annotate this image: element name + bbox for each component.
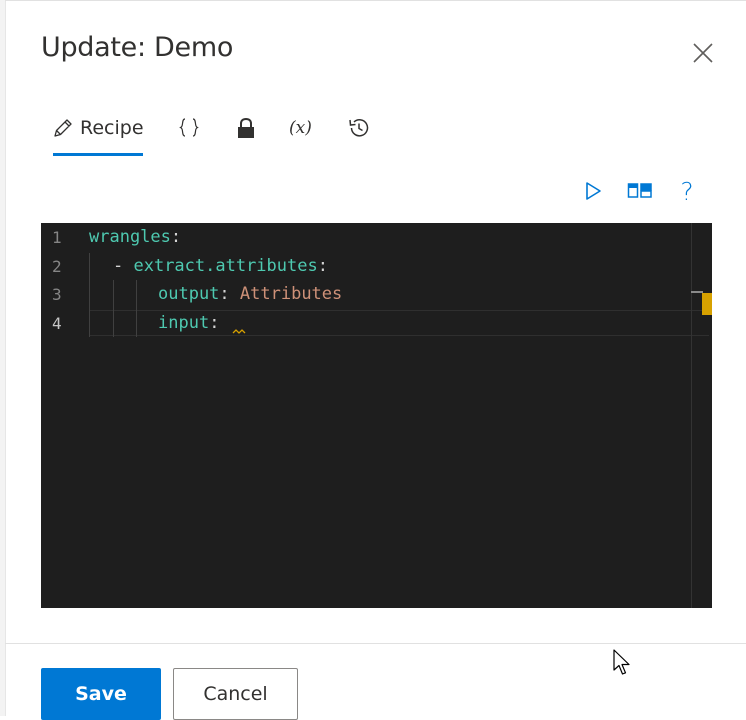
- help-button[interactable]: ?: [673, 176, 701, 206]
- tab-recipe-label: Recipe: [80, 117, 144, 139]
- close-icon: [693, 43, 713, 63]
- tab-history[interactable]: [347, 108, 371, 148]
- split-view-button[interactable]: [626, 178, 654, 204]
- run-button[interactable]: [579, 178, 607, 204]
- dialog-title: Update: Demo: [41, 32, 234, 63]
- top-border: [5, 0, 746, 1]
- pencil-icon: [54, 119, 72, 137]
- cancel-button[interactable]: Cancel: [173, 668, 298, 720]
- indent-guide: [89, 253, 90, 337]
- code-line-4: input:: [158, 313, 220, 333]
- code-line-1: wrangles:: [89, 227, 182, 247]
- tab-variables[interactable]: (x): [289, 108, 312, 148]
- line-number: 1: [52, 228, 62, 247]
- close-button[interactable]: [690, 40, 716, 66]
- play-icon: [586, 182, 601, 200]
- variable-icon: (x): [289, 118, 312, 138]
- mouse-pointer-icon: [613, 649, 630, 675]
- line-number: 3: [52, 285, 62, 304]
- code-line-2: - extract.attributes:: [113, 256, 328, 276]
- active-tab-indicator: [53, 153, 143, 156]
- scrollbar-track[interactable]: [691, 223, 692, 608]
- history-icon: [349, 119, 369, 137]
- save-button[interactable]: Save: [41, 668, 161, 720]
- tab-secrets[interactable]: [235, 108, 257, 148]
- footer-divider: [5, 643, 746, 644]
- braces-icon: [179, 118, 199, 137]
- code-editor[interactable]: 1 2 3 4 wrangles: - extract.attributes: …: [41, 223, 712, 608]
- tab-json[interactable]: [177, 108, 201, 148]
- line-number: 4: [52, 314, 62, 333]
- tab-bar: Recipe (x): [41, 108, 441, 158]
- left-rail: [0, 0, 6, 716]
- tab-recipe[interactable]: Recipe: [52, 108, 144, 148]
- scrollbar-warning-marker: [702, 293, 712, 315]
- warning-squiggle: [232, 329, 246, 334]
- line-number: 2: [52, 257, 62, 276]
- lock-icon: [238, 117, 254, 138]
- indent-guide: [113, 280, 114, 337]
- help-icon: ?: [680, 176, 694, 206]
- code-line-3: output: Attributes: [158, 284, 343, 304]
- indent-guide: [136, 280, 137, 337]
- split-view-icon: [627, 183, 652, 198]
